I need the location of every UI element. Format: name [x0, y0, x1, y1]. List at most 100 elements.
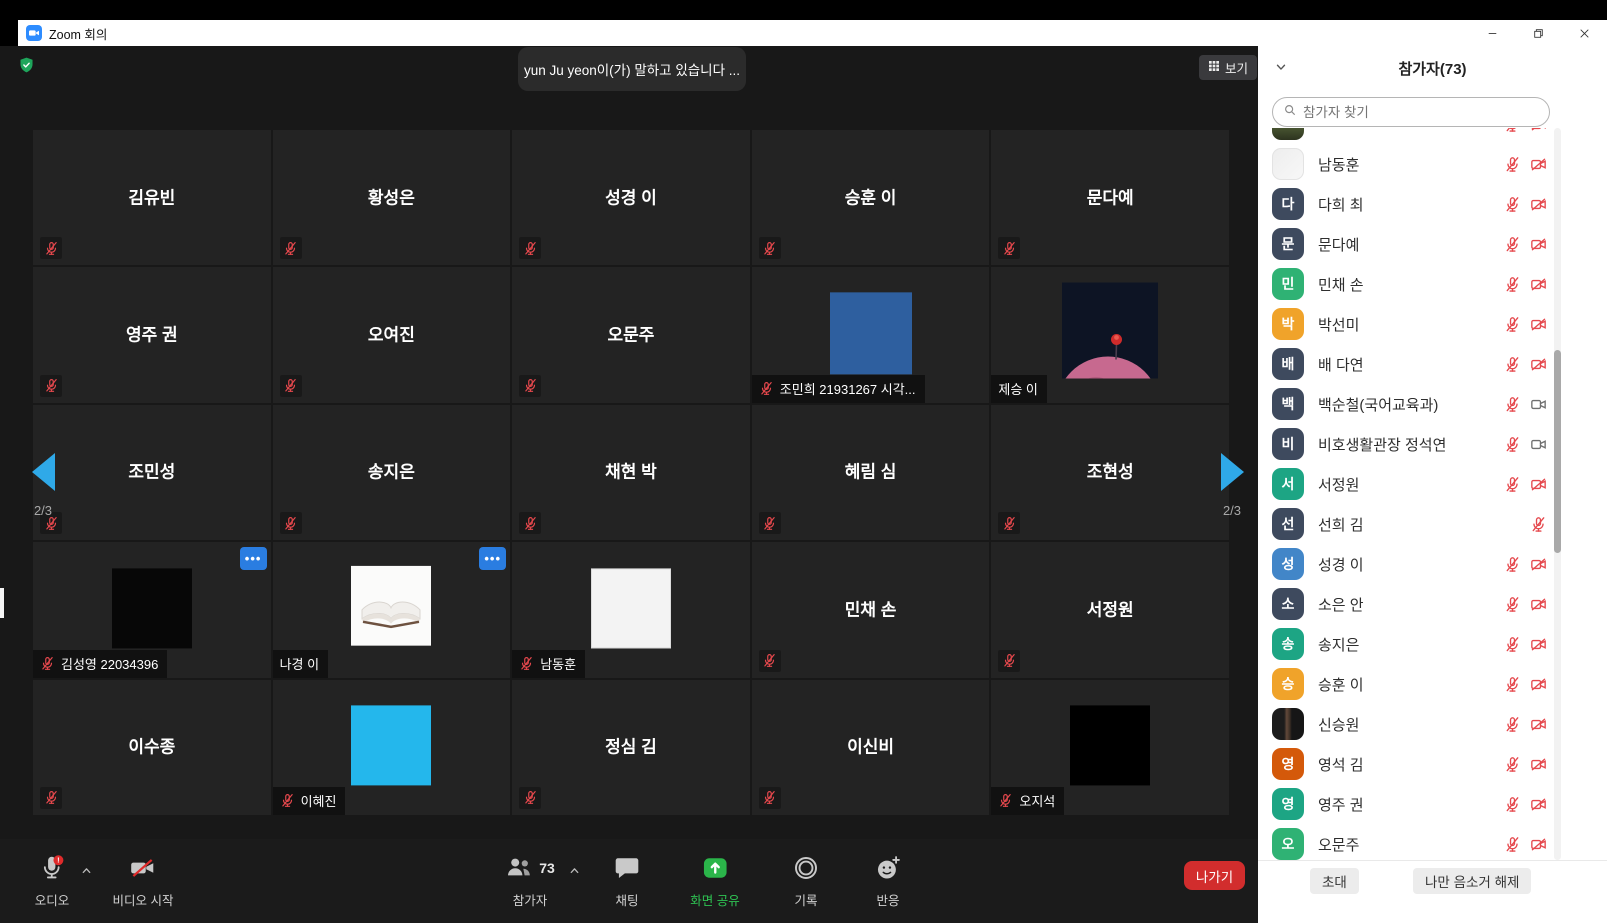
participant-tile[interactable]: 채현 박: [512, 405, 750, 540]
participant-tile[interactable]: 김유빈: [33, 130, 271, 265]
mic-muted-icon: [40, 656, 55, 671]
mic-muted-icon: [519, 375, 541, 397]
mic-muted-icon: [280, 375, 302, 397]
tile-participant-name: 조민성: [33, 458, 271, 483]
participant-avatar: 송: [1272, 628, 1304, 660]
camera-off-icon: [1530, 156, 1547, 173]
participant-tile[interactable]: ••• 나경 이: [273, 542, 511, 677]
participant-status-icons: [1504, 436, 1547, 453]
reactions-button[interactable]: 반응: [874, 853, 902, 909]
participant-name: 소은 안: [1318, 594, 1504, 615]
meeting-area: yun Ju yeon이(가) 말하고 있습니다 ... 보기 김유빈황성은성경…: [0, 46, 1258, 923]
tile-participant-name: 정심 김: [512, 733, 750, 758]
participant-avatar: 민: [1272, 268, 1304, 300]
tile-more-button[interactable]: •••: [240, 547, 267, 570]
participant-name: 남동훈: [1318, 154, 1504, 175]
participant-avatar: [1272, 128, 1304, 140]
participant-name: 다희 최: [1318, 194, 1504, 215]
zoom-app-icon: [26, 25, 42, 41]
mic-muted-icon: [1504, 236, 1521, 253]
mic-muted-icon: [1530, 516, 1547, 533]
active-speaker-banner: yun Ju yeon이(가) 말하고 있습니다 ...: [518, 47, 746, 91]
security-shield-icon[interactable]: [18, 56, 35, 74]
participant-status-icons: [1530, 516, 1547, 533]
camera-off-icon: [1530, 476, 1547, 493]
participant-name: 배 다연: [1318, 354, 1504, 375]
participant-tile[interactable]: 남동훈: [512, 542, 750, 677]
participant-tile[interactable]: 제승 이: [991, 267, 1229, 402]
view-button[interactable]: 보기: [1199, 55, 1257, 80]
participant-tile[interactable]: 오여진: [273, 267, 511, 402]
participant-tile[interactable]: 이신비: [752, 680, 990, 815]
participant-tile[interactable]: 송지은: [273, 405, 511, 540]
camera-off-icon: [129, 853, 157, 883]
participant-tile[interactable]: 조현성: [991, 405, 1229, 540]
record-button[interactable]: 기록: [792, 853, 820, 909]
participant-tile[interactable]: 서정원: [991, 542, 1229, 677]
close-button[interactable]: [1561, 20, 1607, 46]
participants-panel: 참가자(73) 남동훈 다다희 최 문문다예 민민채 손 박박선미 배배 다연 …: [1258, 46, 1607, 923]
tile-participant-name: 조현성: [991, 458, 1229, 483]
participant-tile[interactable]: 성경 이: [512, 130, 750, 265]
tile-participant-name: 오문주: [512, 321, 750, 346]
participant-avatar: 영: [1272, 748, 1304, 780]
restore-button[interactable]: [1515, 20, 1561, 46]
participant-tile[interactable]: 정심 김: [512, 680, 750, 815]
black-square-video: [1070, 706, 1150, 786]
participant-status-icons: [1504, 676, 1547, 693]
participant-tile[interactable]: 문다예: [991, 130, 1229, 265]
mic-muted-icon: [998, 237, 1020, 259]
minimize-button[interactable]: [1469, 20, 1515, 46]
participants-options-caret-icon[interactable]: [568, 864, 581, 882]
participants-count: 73: [539, 860, 555, 876]
window-edge-handle[interactable]: [0, 588, 4, 618]
zoom-window: Zoom 회의 yun Ju yeon이(가) 말하고 있습니다 ... 보기 …: [0, 0, 1607, 923]
mic-muted-icon: [280, 793, 295, 808]
tile-participant-name: 이신비: [752, 733, 990, 758]
tile-participant-name: 이수종: [33, 733, 271, 758]
unmute-self-button[interactable]: 나만 음소거 해제: [1413, 868, 1531, 894]
tile-name-label: 나경 이: [273, 650, 329, 678]
participants-button[interactable]: 73 참가자: [505, 853, 555, 909]
invite-button[interactable]: 초대: [1310, 868, 1359, 894]
cyan-square-video: [351, 706, 431, 786]
participant-avatar: 백: [1272, 388, 1304, 420]
tile-more-button[interactable]: •••: [479, 547, 506, 570]
camera-off-icon: [1530, 716, 1547, 733]
share-screen-button[interactable]: 화면 공유: [690, 853, 739, 909]
participant-tile[interactable]: 조민희 21931267 시각...: [752, 267, 990, 402]
tile-participant-name: 채현 박: [512, 458, 750, 483]
participant-tile[interactable]: 영주 권: [33, 267, 271, 402]
participant-name: 영석 김: [1318, 754, 1504, 775]
participant-search: [1272, 97, 1550, 127]
audio-options-caret-icon[interactable]: [80, 864, 93, 882]
view-button-label: 보기: [1225, 58, 1248, 77]
search-input[interactable]: [1303, 105, 1539, 120]
tile-participant-name: 문다예: [991, 183, 1229, 208]
prev-page-button[interactable]: 2/3: [20, 453, 66, 518]
participant-tile[interactable]: 혜림 심: [752, 405, 990, 540]
next-page-button[interactable]: 2/3: [1209, 453, 1255, 518]
start-video-button[interactable]: 비디오 시작: [113, 853, 174, 909]
tile-name-label: 남동훈: [512, 650, 585, 678]
participant-tile[interactable]: 황성은: [273, 130, 511, 265]
participant-tile[interactable]: 이수종: [33, 680, 271, 815]
chat-button[interactable]: 채팅: [613, 853, 641, 909]
participant-tile[interactable]: 승훈 이: [752, 130, 990, 265]
scrollbar-thumb[interactable]: [1554, 350, 1561, 553]
participant-avatar: 서: [1272, 468, 1304, 500]
leave-button[interactable]: 나가기: [1184, 861, 1245, 890]
participant-tile[interactable]: 민채 손: [752, 542, 990, 677]
participant-status-icons: [1504, 276, 1547, 293]
window-controls: [1469, 20, 1607, 46]
participant-tile[interactable]: 오문주: [512, 267, 750, 402]
participant-tile[interactable]: 이혜진: [273, 680, 511, 815]
participants-panel-footer: 초대 나만 음소거 해제: [1258, 860, 1607, 923]
sidebar-scrollbar[interactable]: [1554, 128, 1561, 860]
participant-status-icons: [1504, 476, 1547, 493]
participant-tile[interactable]: •••김성영 22034396: [33, 542, 271, 677]
audio-button[interactable]: ! 오디오: [35, 853, 70, 909]
participant-tile[interactable]: 오지석: [991, 680, 1229, 815]
participant-tile[interactable]: 조민성: [33, 405, 271, 540]
participant-name: 성경 이: [1318, 554, 1504, 575]
